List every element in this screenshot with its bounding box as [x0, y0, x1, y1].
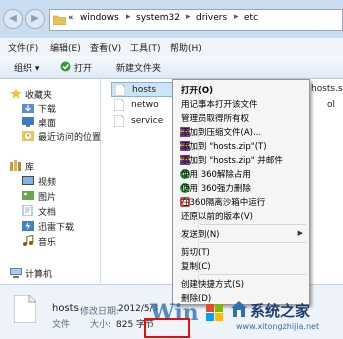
file-name-hosts-sam[interactable]: hosts.sam [311, 84, 343, 94]
forward-button[interactable]: ▶ [25, 9, 45, 29]
nav-thunder-download[interactable]: 迅雷下载 [38, 220, 74, 233]
menu-separator [200, 242, 306, 243]
menu-separator [200, 224, 306, 225]
open-icon [60, 61, 71, 72]
computer-icon [10, 268, 22, 278]
thunder-download-icon [22, 221, 34, 231]
nav-videos[interactable]: 视频 [38, 175, 56, 188]
house-logo-icon [231, 301, 247, 317]
chevron-right-icon[interactable]: ▸ [234, 12, 239, 22]
file-name: hosts [132, 85, 157, 95]
chevron-right-icon[interactable]: ▸ [126, 12, 131, 22]
organize-button[interactable]: 组织 ▾ [14, 61, 39, 74]
ctx-unzip-360[interactable]: 使用 360解除占用 [173, 167, 309, 181]
menu-bar: 文件(F) 编辑(E) 查看(V) 工具(T) 帮助(H) [0, 38, 343, 57]
navigation-pane: 收藏夹 下载 桌面 最近访问的位置 库 视频 图片 文档 迅雷下载 音乐 计算机 [0, 79, 101, 284]
address-segment-drivers[interactable]: drivers [196, 13, 227, 23]
file-name: service [131, 116, 164, 126]
address-segment-etc[interactable]: etc [244, 13, 258, 23]
ctx-take-ownership[interactable]: 管理员取得所有权 [173, 111, 309, 125]
pictures-icon [22, 191, 34, 200]
nav-buttons: ◀ ▶ [3, 9, 47, 29]
download-folder-icon [22, 104, 34, 113]
details-type: 文件 [52, 320, 71, 330]
address-segment-system32[interactable]: system32 [136, 13, 180, 23]
nav-recent-places[interactable]: 最近访问的位置 [38, 130, 101, 143]
nav-pictures[interactable]: 图片 [38, 190, 56, 203]
file-icon [114, 99, 124, 111]
folder-icon [53, 15, 66, 25]
nav-desktop[interactable]: 桌面 [38, 116, 56, 129]
details-modified-label: 修改日期: [80, 307, 120, 317]
toolbar: 组织 ▾ 打开 新建文件夹 [0, 56, 343, 79]
watermark-brand: 系统之家 [250, 302, 311, 320]
file-icon [114, 115, 124, 127]
menu-help[interactable]: 帮助(H) [170, 41, 202, 54]
nav-downloads[interactable]: 下载 [38, 102, 56, 115]
file-name: netwo [131, 100, 159, 110]
library-icon [10, 160, 21, 171]
back-button[interactable]: ◀ [3, 9, 23, 29]
ctx-open-notepad[interactable]: 用记事本打开该文件 [173, 97, 309, 111]
menu-tools[interactable]: 工具(T) [130, 41, 161, 54]
desktop-icon [22, 117, 34, 127]
ctx-cut[interactable]: 剪切(T) [173, 245, 309, 259]
documents-icon [22, 205, 33, 216]
recent-places-icon [22, 131, 34, 141]
nav-libraries[interactable]: 库 [25, 160, 34, 173]
ctx-open[interactable]: 打开(O) [173, 83, 309, 97]
new-folder-button[interactable]: 新建文件夹 [116, 61, 161, 74]
details-filename: hosts [52, 303, 79, 314]
menu-separator [200, 274, 306, 275]
address-overflow[interactable]: « [68, 13, 74, 23]
ctx-add-hosts-zip[interactable]: 添加到 "hosts.zip"(T) [173, 139, 309, 153]
details-size-label: 大小: [90, 320, 112, 330]
file-icon [115, 84, 125, 96]
submenu-arrow-icon: ▶ [297, 229, 303, 237]
ctx-restore-versions[interactable]: 还原以前的版本(V) [173, 209, 309, 223]
chevron-right-icon[interactable]: ▸ [186, 12, 191, 22]
file-item-services[interactable]: service [111, 114, 173, 129]
nav-computer[interactable]: 计算机 [25, 267, 52, 280]
file-item-hosts[interactable]: hosts [111, 82, 173, 97]
ctx-send-to[interactable]: 发送到(N) ▶ [173, 227, 309, 241]
music-icon [23, 235, 34, 246]
ctx-add-hosts-zip-email[interactable]: 添加到 "hosts.zip" 并邮件 [173, 153, 309, 167]
ctx-create-shortcut[interactable]: 创建快捷方式(S) [173, 277, 309, 291]
ctx-delete-360[interactable]: 使用 360强力删除 [173, 181, 309, 195]
file-item-networks[interactable]: netwo [111, 98, 173, 113]
open-button[interactable]: 打开 [74, 61, 92, 74]
address-bar[interactable]: « windows ▸ system32 ▸ drivers ▸ etc [49, 9, 343, 31]
highlight-box [144, 318, 190, 338]
ctx-copy[interactable]: 复制(C) [173, 259, 309, 273]
watermark-url: www.xitongzhijia.net [236, 322, 320, 331]
star-icon [10, 88, 22, 99]
file-large-icon [14, 295, 36, 323]
address-segment-windows[interactable]: windows [80, 13, 119, 23]
nav-favorites[interactable]: 收藏夹 [25, 88, 52, 101]
nav-music[interactable]: 音乐 [38, 235, 56, 248]
videos-icon [22, 176, 34, 185]
ctx-add-archive[interactable]: 添加到压缩文件(A)... [173, 125, 309, 139]
menu-edit[interactable]: 编辑(E) [50, 41, 81, 54]
ctx-sandbox-360[interactable]: 在360隔离沙箱中运行 [173, 195, 309, 209]
nav-documents[interactable]: 文档 [38, 205, 56, 218]
menu-view[interactable]: 查看(V) [90, 41, 121, 54]
menu-file[interactable]: 文件(F) [8, 41, 38, 54]
file-name-protocol[interactable]: ol [327, 100, 335, 110]
context-menu: 打开(O) 用记事本打开该文件 管理员取得所有权 添加到压缩文件(A)... 添… [172, 79, 310, 305]
